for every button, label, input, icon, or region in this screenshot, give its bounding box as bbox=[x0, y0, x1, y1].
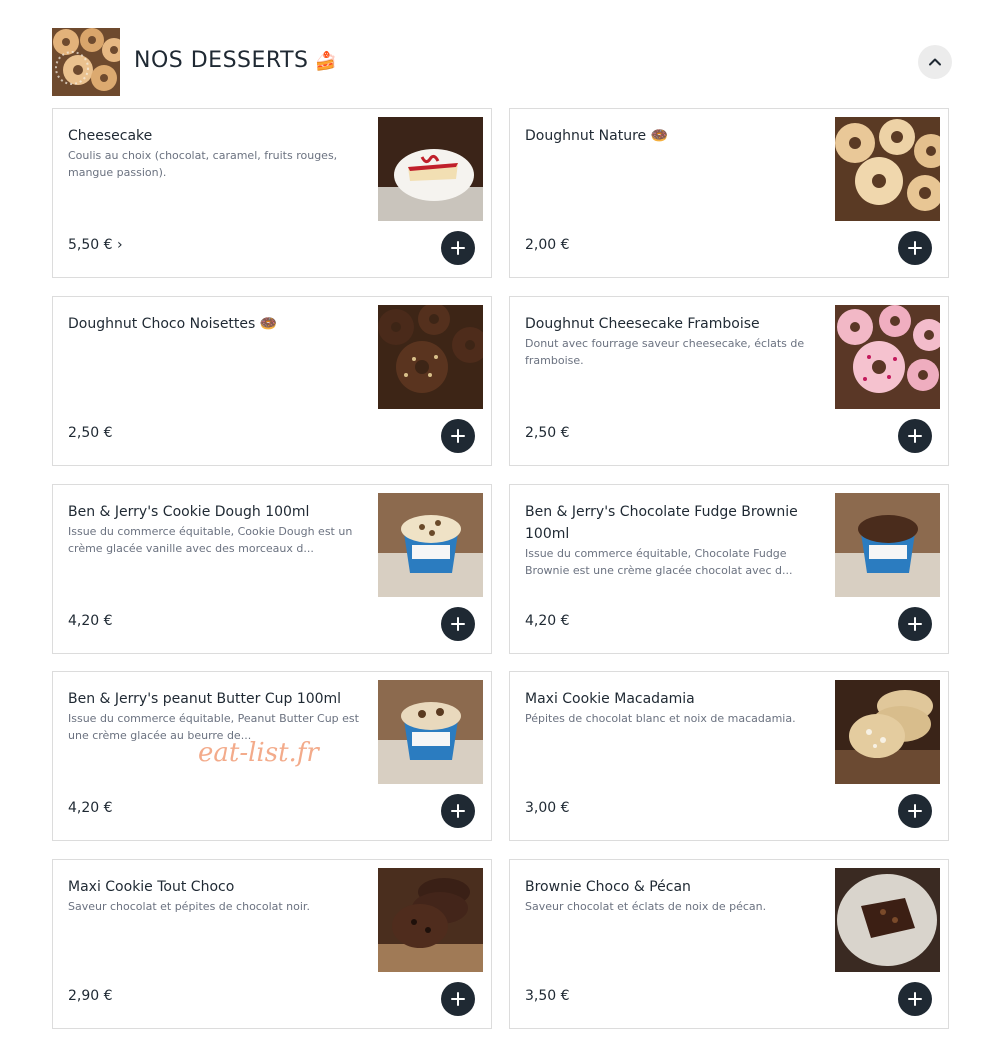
menu-item-card[interactable]: Ben & Jerry's peanut Butter Cup 100ml Is… bbox=[52, 671, 492, 841]
item-description: Saveur chocolat et éclats de noix de péc… bbox=[525, 900, 767, 913]
item-name: Maxi Cookie Tout Choco bbox=[68, 879, 235, 895]
menu-item-card[interactable]: Maxi Cookie Tout Choco Saveur chocolat e… bbox=[52, 859, 492, 1029]
item-photo-cheesecake bbox=[378, 117, 483, 221]
plus-icon bbox=[451, 429, 465, 443]
item-photo-icecream-chocolate bbox=[835, 493, 940, 597]
section-thumbnail bbox=[52, 28, 120, 96]
menu-item-card[interactable]: Ben & Jerry's Cookie Dough 100ml Issue d… bbox=[52, 484, 492, 654]
plus-icon bbox=[451, 617, 465, 631]
item-photo-brownie bbox=[835, 868, 940, 972]
plus-icon bbox=[451, 804, 465, 818]
plus-icon bbox=[908, 992, 922, 1006]
plus-icon bbox=[908, 429, 922, 443]
plus-icon bbox=[451, 992, 465, 1006]
menu-item-card[interactable]: Ben & Jerry's Chocolate Fudge Brownie 10… bbox=[509, 484, 949, 654]
cake-icon: 🍰 bbox=[314, 51, 338, 72]
plus-icon bbox=[908, 241, 922, 255]
item-description: Pépites de chocolat blanc et noix de mac… bbox=[525, 712, 796, 725]
item-price: 3,00 € bbox=[525, 800, 570, 816]
item-price: 3,50 € bbox=[525, 988, 570, 1004]
item-name: Ben & Jerry's Cookie Dough 100ml bbox=[68, 504, 310, 520]
item-name: Ben & Jerry's Chocolate Fudge Brownie 10… bbox=[525, 504, 798, 542]
add-to-cart-button[interactable] bbox=[898, 794, 932, 828]
menu-item-card[interactable]: Maxi Cookie Macadamia Pépites de chocola… bbox=[509, 671, 949, 841]
menu-item-card[interactable]: Cheesecake Coulis au choix (chocolat, ca… bbox=[52, 108, 492, 278]
item-name: Doughnut Cheesecake Framboise bbox=[525, 316, 760, 332]
item-name: Doughnut Choco Noisettes 🍩 bbox=[68, 316, 278, 332]
menu-item-card[interactable]: Brownie Choco & Pécan Saveur chocolat et… bbox=[509, 859, 949, 1029]
item-photo-doughnut-framboise bbox=[835, 305, 940, 409]
item-name: Ben & Jerry's peanut Butter Cup 100ml bbox=[68, 691, 342, 707]
section-title: NOS DESSERTS 🍰 bbox=[134, 48, 338, 73]
item-photo-icecream-vanilla bbox=[378, 493, 483, 597]
add-to-cart-button[interactable] bbox=[441, 982, 475, 1016]
item-name: Doughnut Nature 🍩 bbox=[525, 128, 669, 144]
item-photo-icecream-peanut bbox=[378, 680, 483, 784]
item-price: 4,20 € bbox=[68, 800, 113, 816]
add-to-cart-button[interactable] bbox=[898, 419, 932, 453]
plus-icon bbox=[451, 241, 465, 255]
menu-item-card[interactable]: Doughnut Cheesecake Framboise Donut avec… bbox=[509, 296, 949, 466]
item-price: 2,50 € bbox=[525, 425, 570, 441]
item-price: 5,50 € › bbox=[68, 237, 123, 253]
plus-icon bbox=[908, 617, 922, 631]
item-price: 2,50 € bbox=[68, 425, 113, 441]
add-to-cart-button[interactable] bbox=[898, 607, 932, 641]
item-price: 4,20 € bbox=[68, 613, 113, 629]
item-photo-doughnut-nature bbox=[835, 117, 940, 221]
item-name: Brownie Choco & Pécan bbox=[525, 879, 691, 895]
item-description: Issue du commerce équitable, Chocolate F… bbox=[525, 547, 793, 577]
item-name: Maxi Cookie Macadamia bbox=[525, 691, 695, 707]
item-price: 2,00 € bbox=[525, 237, 570, 253]
menu-item-card[interactable]: Doughnut Nature 🍩 2,00 € bbox=[509, 108, 949, 278]
item-description: Issue du commerce équitable, Cookie Doug… bbox=[68, 525, 353, 555]
menu-item-card[interactable]: Doughnut Choco Noisettes 🍩 2,50 € bbox=[52, 296, 492, 466]
item-photo-cookie-choco bbox=[378, 868, 483, 972]
add-to-cart-button[interactable] bbox=[898, 982, 932, 1016]
item-name: Cheesecake bbox=[68, 128, 153, 144]
add-to-cart-button[interactable] bbox=[898, 231, 932, 265]
item-description: Saveur chocolat et pépites de chocolat n… bbox=[68, 900, 310, 913]
item-description: Donut avec fourrage saveur cheesecake, é… bbox=[525, 337, 805, 367]
collapse-section-button[interactable] bbox=[918, 45, 952, 79]
item-photo-cookie-macadamia bbox=[835, 680, 940, 784]
item-photo-doughnut-choco bbox=[378, 305, 483, 409]
section-header: NOS DESSERTS 🍰 bbox=[52, 28, 952, 98]
add-to-cart-button[interactable] bbox=[441, 419, 475, 453]
add-to-cart-button[interactable] bbox=[441, 794, 475, 828]
item-price: 2,90 € bbox=[68, 988, 113, 1004]
add-to-cart-button[interactable] bbox=[441, 231, 475, 265]
plus-icon bbox=[908, 804, 922, 818]
chevron-up-icon bbox=[929, 58, 941, 66]
add-to-cart-button[interactable] bbox=[441, 607, 475, 641]
item-description: Issue du commerce équitable, Peanut Butt… bbox=[68, 712, 359, 742]
item-price: 4,20 € bbox=[525, 613, 570, 629]
item-description: Coulis au choix (chocolat, caramel, frui… bbox=[68, 149, 338, 179]
